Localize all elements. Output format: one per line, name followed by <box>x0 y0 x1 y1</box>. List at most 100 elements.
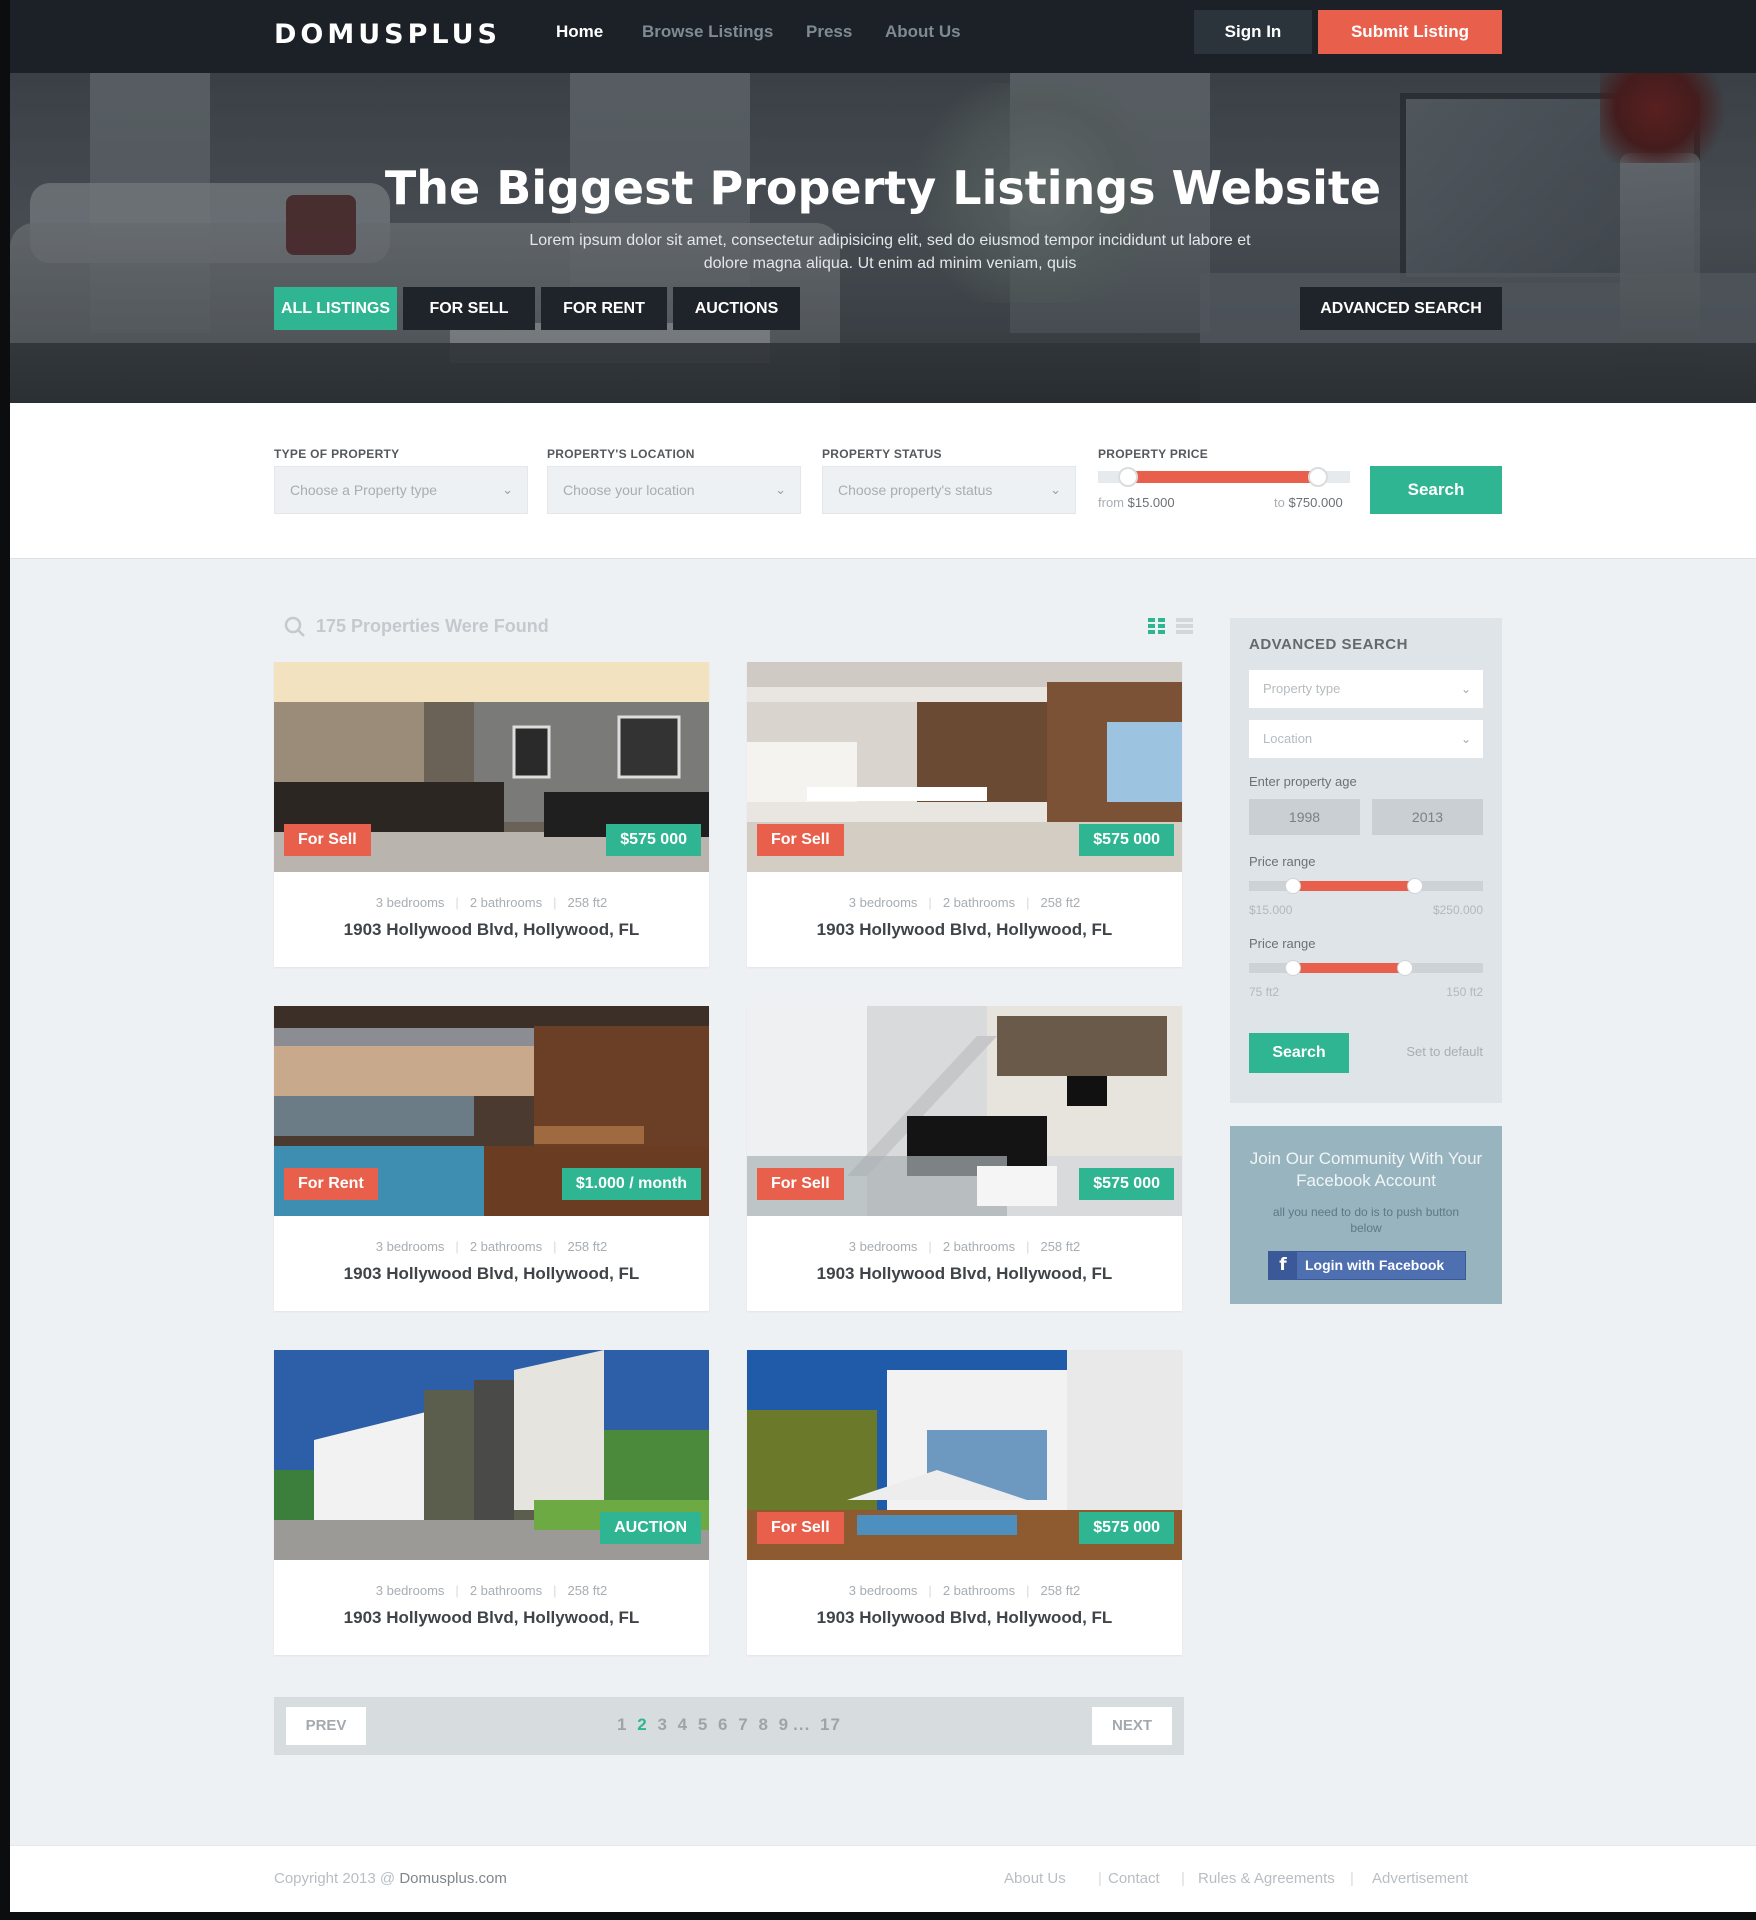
status-label: PROPERTY STATUS <box>822 447 942 461</box>
chevron-down-icon: ⌄ <box>1050 482 1061 497</box>
price-badge: $575 000 <box>606 824 701 856</box>
listing-meta: 3 bedrooms | 2 bathrooms | 258 ft2 <box>848 1239 1081 1254</box>
tab-advanced-search[interactable]: ADVANCED SEARCH <box>1300 287 1502 330</box>
hero-subtitle: Lorem ipsum dolor sit amet, consectetur … <box>529 232 1251 272</box>
listing-card[interactable]: For Sell $575 000 3 bedrooms | 2 bathrooms… <box>274 662 709 967</box>
listing-meta: 3 bedrooms | 2 bathrooms | 258 ft2 <box>375 895 608 910</box>
location-select[interactable]: Choose your location ⌄ <box>547 466 801 514</box>
footer-rules[interactable]: Rules & Agreements <box>1198 1870 1335 1887</box>
tab-for-rent[interactable]: FOR RENT <box>541 287 667 330</box>
facebook-panel: Join Our Community With Your Facebook Ac… <box>1230 1126 1502 1304</box>
sidebar-search-button[interactable]: Search <box>1249 1033 1349 1073</box>
facebook-icon: f <box>1269 1252 1297 1279</box>
page-link[interactable]: 7 <box>738 1715 748 1734</box>
facebook-title: Join Our Community With Your Facebook Ac… <box>1249 1149 1483 1190</box>
area-max-handle[interactable] <box>1397 960 1413 976</box>
grid-view-icon[interactable] <box>1148 618 1165 635</box>
area-range-label: Price range <box>1249 936 1316 951</box>
listing-meta: 3 bedrooms | 2 bathrooms | 258 ft2 <box>375 1583 608 1598</box>
area-range-fill <box>1293 963 1405 973</box>
price-slider-min-handle[interactable] <box>1118 467 1138 487</box>
listing-address[interactable]: 1903 Hollywood Blvd, Hollywood, FL <box>274 1264 709 1284</box>
advanced-search-panel: ADVANCED SEARCH Property type ⌄ Location… <box>1230 618 1502 1103</box>
area-max-value: 150 ft2 <box>1446 985 1483 999</box>
nav-press[interactable]: Press <box>806 22 852 42</box>
area-min-handle[interactable] <box>1285 960 1301 976</box>
price-range-label: Price range <box>1249 854 1316 869</box>
listing-address[interactable]: 1903 Hollywood Blvd, Hollywood, FL <box>747 1264 1182 1284</box>
status-badge: For Sell <box>757 824 844 856</box>
sidebar-property-type-select[interactable]: Property type ⌄ <box>1249 670 1483 708</box>
page: DOMUSPLUS Home Browse Listings Press Abo… <box>10 0 1756 1912</box>
footer-advertisement[interactable]: Advertisement <box>1372 1870 1468 1887</box>
status-badge: For Sell <box>757 1512 844 1544</box>
listing-meta: 3 bedrooms | 2 bathrooms | 258 ft2 <box>848 895 1081 910</box>
next-button[interactable]: NEXT <box>1092 1707 1172 1745</box>
page-link[interactable]: 4 <box>678 1715 688 1734</box>
listing-card[interactable]: For Sell $575 000 3 bedrooms | 2 bathrooms… <box>747 1350 1182 1655</box>
page-link-current[interactable]: 2 <box>637 1715 647 1734</box>
listing-address[interactable]: 1903 Hollywood Blvd, Hollywood, FL <box>274 1608 709 1628</box>
submit-listing-button[interactable]: Submit Listing <box>1318 10 1502 54</box>
chevron-down-icon: ⌄ <box>502 482 513 497</box>
property-type-select[interactable]: Choose a Property type ⌄ <box>274 466 528 514</box>
price-badge: $1.000 / month <box>561 1168 701 1200</box>
footer: Copyright 2013 @ Domusplus.com About Us … <box>10 1845 1756 1912</box>
price-min-handle[interactable] <box>1285 878 1301 894</box>
listing-card[interactable]: For Rent $1.000 / month 3 bedrooms | 2 bat… <box>274 1006 709 1311</box>
page-link[interactable]: 6 <box>718 1715 728 1734</box>
page-link[interactable]: 1 <box>617 1715 627 1734</box>
chevron-down-icon: ⌄ <box>1460 682 1471 696</box>
listing-address[interactable]: 1903 Hollywood Blvd, Hollywood, FL <box>274 920 709 940</box>
page-link[interactable]: 17 <box>820 1715 841 1734</box>
listing-card[interactable]: For Sell $575 000 3 bedrooms | 2 bathrooms… <box>747 662 1182 967</box>
page-link[interactable]: 3 <box>657 1715 667 1734</box>
chevron-down-icon: ⌄ <box>775 482 786 497</box>
logo[interactable]: DOMUSPLUS <box>274 19 501 50</box>
status-placeholder: Choose property's status <box>838 482 993 498</box>
page-link[interactable]: 5 <box>698 1715 708 1734</box>
listing-card[interactable]: For Sell $575 000 3 bedrooms | 2 bathrooms… <box>747 1006 1182 1311</box>
sidebar-location-select[interactable]: Location ⌄ <box>1249 720 1483 758</box>
sign-in-button[interactable]: Sign In <box>1194 10 1312 54</box>
property-type-placeholder: Choose a Property type <box>290 482 438 498</box>
site-link[interactable]: Domusplus.com <box>399 1870 507 1887</box>
hero-banner: The Biggest Property Listings Website Lo… <box>10 73 1756 403</box>
tab-auctions[interactable]: AUCTIONS <box>673 287 800 330</box>
footer-contact[interactable]: Contact <box>1108 1870 1160 1887</box>
reset-link[interactable]: Set to default <box>1406 1044 1483 1059</box>
tab-for-sell[interactable]: FOR SELL <box>403 287 535 330</box>
listing-meta: 3 bedrooms | 2 bathrooms | 258 ft2 <box>848 1583 1081 1598</box>
status-badge: For Sell <box>284 824 371 856</box>
nav-browse-listings[interactable]: Browse Listings <box>642 22 773 42</box>
list-view-icon[interactable] <box>1176 618 1193 635</box>
age-to-input[interactable]: 2013 <box>1372 799 1483 835</box>
type-label: TYPE OF PROPERTY <box>274 447 400 461</box>
price-slider-fill <box>1128 471 1318 483</box>
search-filter-bar: TYPE OF PROPERTY Choose a Property type … <box>10 403 1756 559</box>
price-slider-max-handle[interactable] <box>1308 467 1328 487</box>
panel-title: ADVANCED SEARCH <box>1249 636 1408 653</box>
nav-about-us[interactable]: About Us <box>885 22 961 42</box>
page-link[interactable]: 9 <box>779 1715 789 1734</box>
age-from-input[interactable]: 1998 <box>1249 799 1360 835</box>
listing-address[interactable]: 1903 Hollywood Blvd, Hollywood, FL <box>747 1608 1182 1628</box>
chevron-down-icon: ⌄ <box>1460 732 1471 746</box>
listing-address[interactable]: 1903 Hollywood Blvd, Hollywood, FL <box>747 920 1182 940</box>
tab-all-listings[interactable]: ALL LISTINGS <box>274 287 397 330</box>
listing-card[interactable]: AUCTION 3 bedrooms | 2 bathrooms | 258 ft2 1… <box>274 1350 709 1655</box>
location-label: PROPERTY'S LOCATION <box>547 447 695 461</box>
facebook-login-button[interactable]: f Login with Facebook <box>1268 1251 1466 1280</box>
search-button[interactable]: Search <box>1370 466 1502 514</box>
price-badge: $575 000 <box>1079 1512 1174 1544</box>
nav-home[interactable]: Home <box>556 22 603 42</box>
page-link[interactable]: 8 <box>758 1715 768 1734</box>
price-max-value: $250.000 <box>1432 903 1483 917</box>
listing-meta: 3 bedrooms | 2 bathrooms | 258 ft2 <box>375 1239 608 1254</box>
page-ellipsis: ... <box>793 1715 811 1734</box>
footer-about-us[interactable]: About Us <box>1004 1870 1066 1887</box>
price-max-handle[interactable] <box>1407 878 1423 894</box>
status-select[interactable]: Choose property's status ⌄ <box>822 466 1076 514</box>
price-badge: $575 000 <box>1079 824 1174 856</box>
price-to: to $750.000 <box>1274 495 1343 510</box>
